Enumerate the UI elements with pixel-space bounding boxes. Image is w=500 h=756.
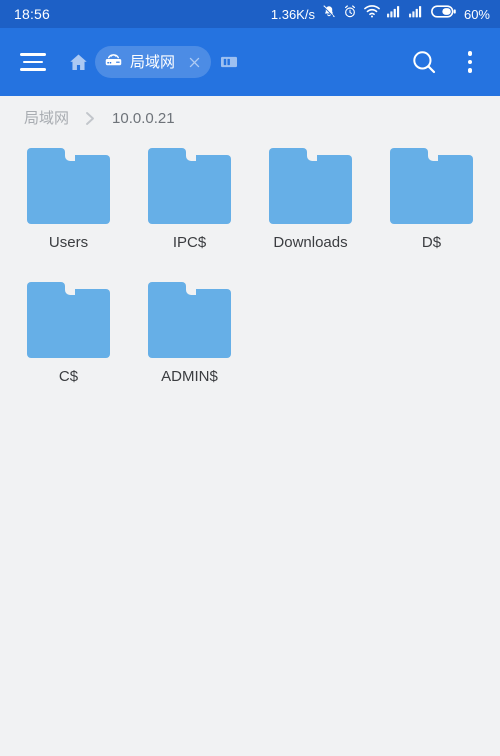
file-item-ipc[interactable]: IPC$ <box>129 148 250 252</box>
file-item-label: C$ <box>58 368 79 385</box>
file-item-users[interactable]: Users <box>8 148 129 252</box>
search-icon[interactable] <box>404 42 444 82</box>
folder-icon <box>148 148 231 224</box>
status-clock: 18:56 <box>14 6 51 22</box>
file-item-label: ADMIN$ <box>161 368 218 385</box>
file-manager-screen: 18:56 1.36K/s 60% 局域网 局域网 10.0.0.21 User… <box>0 0 500 756</box>
breadcrumb: 局域网 10.0.0.21 <box>0 96 500 140</box>
wifi-icon <box>364 5 380 23</box>
file-grid: Users IPC$ Downloads D$ C$ ADMIN$ <box>0 140 500 386</box>
file-item-d[interactable]: D$ <box>371 148 492 252</box>
breadcrumb-item-current[interactable]: 10.0.0.21 <box>112 111 175 126</box>
signal-bars-icon <box>408 5 424 23</box>
battery-icon <box>431 5 456 23</box>
signal-bars-icon <box>386 5 402 23</box>
file-item-downloads[interactable]: Downloads <box>250 148 371 252</box>
router-icon <box>104 52 123 72</box>
silent-bell-icon <box>322 4 336 24</box>
folder-icon <box>390 148 473 224</box>
battery-percent-text: 60% <box>463 6 490 22</box>
close-icon[interactable] <box>181 49 207 75</box>
status-bar: 18:56 1.36K/s 60% <box>0 0 500 28</box>
hamburger-menu-icon[interactable] <box>18 50 48 74</box>
tab-chip-label: 局域网 <box>130 53 176 71</box>
folder-icon <box>148 282 231 358</box>
app-toolbar: 局域网 <box>0 28 500 96</box>
folder-icon <box>27 148 110 224</box>
file-item-admin[interactable]: ADMIN$ <box>129 282 250 386</box>
file-item-label: D$ <box>421 234 442 251</box>
alarm-clock-icon <box>343 4 357 24</box>
tab-chip-lan[interactable]: 局域网 <box>95 46 212 78</box>
folder-icon <box>269 148 352 224</box>
overflow-menu-icon[interactable] <box>456 42 484 82</box>
breadcrumb-item-root[interactable]: 局域网 <box>24 111 69 126</box>
status-indicators: 1.36K/s 60% <box>271 4 490 24</box>
file-item-label: IPC$ <box>172 234 207 251</box>
home-icon[interactable] <box>68 52 89 73</box>
network-speed-text: 1.36K/s <box>270 6 315 22</box>
folder-icon <box>27 282 110 358</box>
file-item-c[interactable]: C$ <box>8 282 129 386</box>
chevron-right-icon <box>85 111 96 126</box>
file-item-label: Downloads <box>273 234 348 251</box>
tabs-icon[interactable] <box>220 55 238 70</box>
file-item-label: Users <box>48 234 89 251</box>
